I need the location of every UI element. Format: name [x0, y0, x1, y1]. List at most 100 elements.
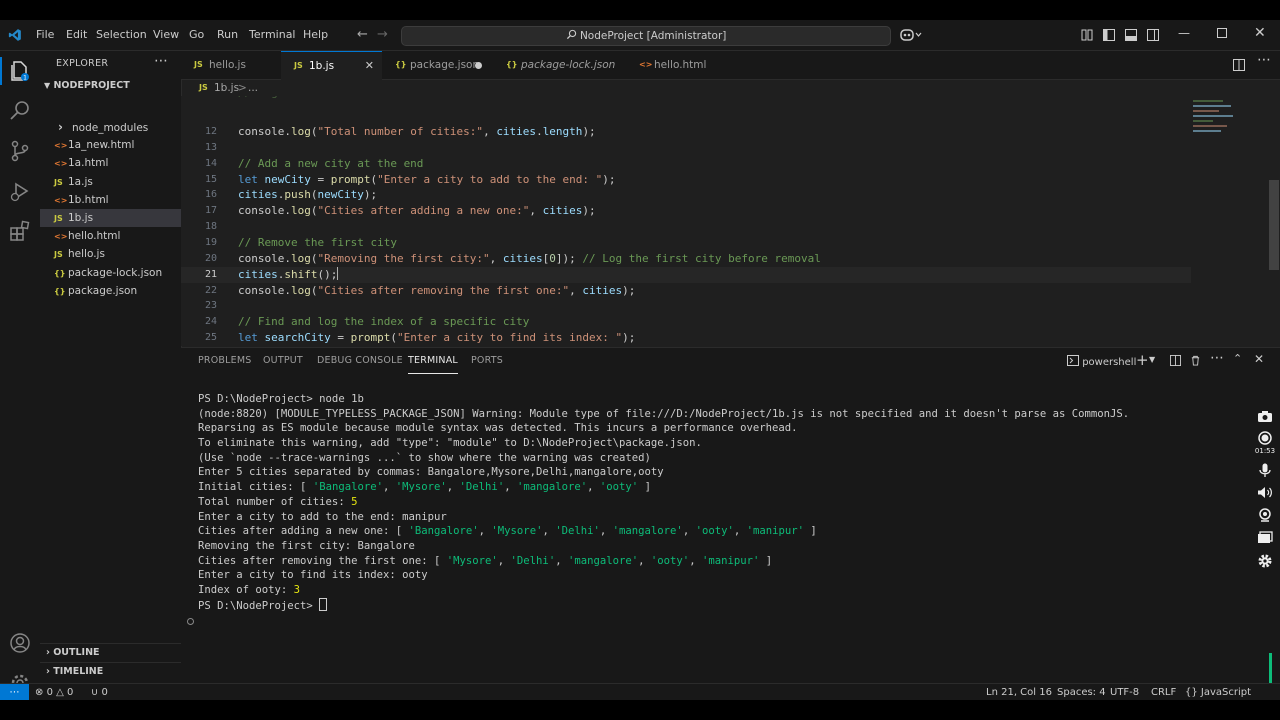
file-tree-item[interactable]: JS 1b.js: [40, 209, 181, 227]
terminal-text: To eliminate this warning, add "type": "…: [198, 437, 702, 450]
minimize-icon[interactable]: —: [1178, 26, 1190, 40]
language-mode[interactable]: {} JavaScript: [1185, 684, 1251, 700]
terminal-text: 'ooty': [650, 554, 690, 567]
code-token: ]);: [555, 251, 583, 265]
menu-help[interactable]: Help: [303, 20, 328, 50]
terminal-scrollbar[interactable]: [1269, 653, 1272, 683]
terminal-text: 'ooty': [599, 481, 639, 494]
tab-package-lock-json[interactable]: {} package-lock.json: [493, 51, 626, 79]
file-tree-item[interactable]: <>1a.html: [40, 154, 181, 172]
indentation[interactable]: Spaces: 4: [1057, 684, 1106, 700]
webcam-icon[interactable]: [1258, 508, 1272, 522]
outline-section[interactable]: › OUTLINE: [46, 647, 100, 658]
panel-more-icon[interactable]: ⋯: [1210, 350, 1224, 366]
camera-icon[interactable]: [1257, 410, 1273, 423]
file-tree-item[interactable]: <>1a_new.html: [40, 136, 181, 154]
command-center-search[interactable]: NodeProject [Administrator]: [401, 26, 891, 46]
cursor-position[interactable]: Ln 21, Col 16: [986, 684, 1052, 700]
line-number: 21: [204, 268, 217, 280]
file-tree-item[interactable]: JS 1a.js: [40, 173, 181, 191]
tab-1b-js[interactable]: JS 1b.js ✕: [281, 51, 382, 80]
project-folder-header[interactable]: ▼ NODEPROJECT: [44, 80, 130, 91]
ports-icon: ∪: [91, 687, 99, 698]
more-actions-icon[interactable]: ⋯: [154, 53, 168, 69]
terminal-output[interactable]: PS D:\NodeProject> node 1b (node:8820) [M…: [198, 392, 1258, 612]
file-tree-item[interactable]: JS hello.js: [40, 245, 181, 263]
panel-tab-terminal[interactable]: TERMINAL: [408, 348, 458, 374]
tab-close-icon[interactable]: ✕: [365, 52, 374, 80]
explorer-icon[interactable]: 1: [8, 59, 32, 83]
panel-tab-debug-console[interactable]: DEBUG CONSOLE: [317, 348, 403, 374]
tab-file-icon: JS: [294, 61, 303, 70]
maximize-panel-icon[interactable]: ⌃: [1233, 352, 1242, 365]
problems-indicator[interactable]: ⊗ 0 △ 0: [35, 684, 73, 700]
menu-go[interactable]: Go: [189, 20, 204, 50]
file-tree-item[interactable]: <>1b.html: [40, 191, 181, 209]
microphone-icon[interactable]: [1259, 463, 1271, 478]
close-panel-icon[interactable]: ✕: [1254, 352, 1264, 366]
code-token: "Total number of cities:": [317, 125, 484, 138]
panel-tab-ports[interactable]: PORTS: [471, 348, 503, 374]
toggle-panel-icon[interactable]: [1125, 29, 1137, 41]
modified-dot-icon[interactable]: [475, 62, 482, 69]
file-tree-item[interactable]: <>hello.html: [40, 227, 181, 245]
windows-icon[interactable]: [1257, 531, 1273, 544]
run-debug-icon[interactable]: [8, 179, 32, 203]
file-name: 1a_new.html: [68, 139, 135, 152]
speaker-icon[interactable]: [1257, 486, 1273, 499]
source-control-icon[interactable]: [8, 139, 32, 163]
code-text: console.log("Removing the first city:", …: [238, 251, 821, 267]
menu-view[interactable]: View: [153, 20, 179, 50]
menu-run[interactable]: Run: [217, 20, 238, 50]
file-tree-item[interactable]: {} package.json: [40, 282, 181, 300]
file-tree-item[interactable]: › node_modules: [40, 118, 181, 136]
tab-hello-html[interactable]: <> hello.html: [626, 51, 726, 79]
split-editor-icon[interactable]: [1233, 59, 1245, 71]
panel-tab-output[interactable]: OUTPUT: [263, 348, 303, 374]
customize-layout-icon[interactable]: [1081, 29, 1093, 41]
file-tree-item[interactable]: {} package-lock.json: [40, 264, 181, 282]
account-icon[interactable]: [8, 631, 32, 655]
timeline-section[interactable]: › TIMELINE: [46, 666, 103, 677]
code-editor[interactable]: // Log the total number of cities 12 cons…: [181, 96, 1280, 346]
record-icon[interactable]: [1258, 431, 1272, 445]
code-token: );: [622, 283, 636, 297]
copilot-icon[interactable]: [899, 28, 923, 42]
forward-arrow-icon[interactable]: →: [377, 27, 388, 43]
terminal-text: 'mangalore': [612, 525, 683, 538]
encoding[interactable]: UTF-8: [1110, 684, 1139, 700]
menu-file[interactable]: File: [36, 20, 54, 50]
search-text: NodeProject [Administrator]: [579, 30, 727, 42]
menu-terminal[interactable]: Terminal: [249, 20, 296, 50]
breadcrumb-file[interactable]: 1b.js: [214, 80, 239, 96]
terminal-text: Enter a city to find its index: ooty: [198, 569, 428, 582]
panel-tab-problems[interactable]: PROBLEMS: [198, 348, 251, 374]
split-terminal-icon[interactable]: [1170, 355, 1181, 366]
search-view-icon[interactable]: [8, 99, 32, 123]
minimap[interactable]: [1193, 96, 1239, 156]
editor-scrollbar[interactable]: [1269, 180, 1279, 270]
close-window-icon[interactable]: ✕: [1254, 25, 1266, 41]
maximize-icon[interactable]: [1217, 28, 1227, 38]
new-terminal-icon[interactable]: +: [1136, 351, 1149, 369]
terminal-dropdown-icon[interactable]: ▼: [1149, 355, 1155, 364]
tab-file-icon: {}: [395, 60, 407, 69]
ports-indicator[interactable]: ∪ 0: [91, 684, 108, 700]
terminal-text: ,: [682, 525, 696, 538]
extensions-icon[interactable]: [8, 219, 32, 243]
trash-icon[interactable]: [1190, 355, 1201, 366]
remote-indicator-icon[interactable]: ⋯: [0, 684, 29, 700]
toggle-sidebar-icon[interactable]: [1103, 29, 1115, 41]
menu-selection[interactable]: Selection: [96, 20, 147, 50]
back-arrow-icon[interactable]: ←: [357, 27, 368, 43]
recorder-settings-icon[interactable]: [1257, 553, 1273, 569]
menu-edit[interactable]: Edit: [66, 20, 87, 50]
tab-package-json[interactable]: {} package.json: [382, 51, 493, 79]
tab-hello-js[interactable]: JS hello.js: [181, 51, 281, 79]
editor-more-actions-icon[interactable]: ⋯: [1257, 52, 1271, 68]
breadcrumb-symbols[interactable]: ...: [248, 80, 258, 96]
code-text: console.log("Total number of cities:", c…: [238, 124, 596, 140]
terminal-shell-selector[interactable]: powershell: [1067, 355, 1136, 368]
end-of-line[interactable]: CRLF: [1151, 684, 1176, 700]
toggle-secondary-sidebar-icon[interactable]: [1147, 29, 1159, 41]
